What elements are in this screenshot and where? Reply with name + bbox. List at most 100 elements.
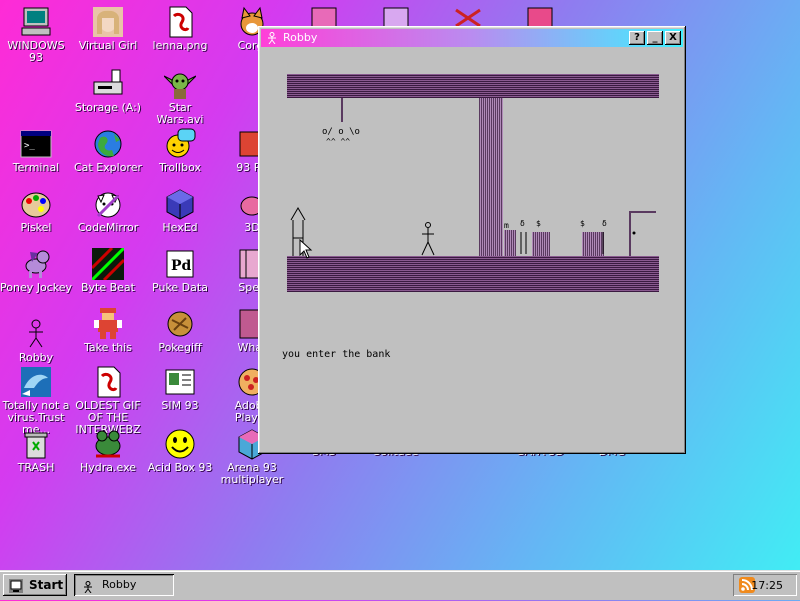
image-file-icon	[92, 366, 124, 398]
counter-block	[582, 232, 604, 256]
image-file-icon	[164, 6, 196, 38]
robby-window[interactable]: Robby ? _ X o/ o \o ^^ ^^ m δ $ $ δ you …	[258, 26, 686, 454]
palette-icon	[20, 188, 52, 220]
taskbar: Start Robby 17:25	[0, 570, 800, 600]
system-tray: 17:25	[733, 574, 797, 596]
svg-text:Pd: Pd	[171, 258, 192, 274]
counter-block	[532, 232, 550, 256]
stick-figure-icon	[266, 32, 278, 45]
icon-label: Trollbox	[158, 161, 202, 174]
ball-icon	[164, 308, 196, 340]
icon-label: Robby	[18, 351, 54, 364]
icon-label: Puke Data	[152, 281, 208, 294]
game-scene: o/ o \o ^^ ^^ m δ $ $ δ	[287, 74, 659, 292]
hydra-icon	[92, 428, 124, 460]
start-label: Start	[29, 578, 64, 592]
icon-label: HexEd	[162, 221, 198, 234]
hanging-feet: ^^ ^^	[326, 137, 350, 146]
counter-sign: $	[536, 219, 541, 228]
desktop-icon-virtual-girl[interactable]: Virtual Girl	[72, 6, 144, 52]
desktop-icon-trollbox[interactable]: Trollbox	[144, 128, 216, 174]
cat-icon	[92, 188, 124, 220]
cube-icon	[164, 188, 196, 220]
icon-label: WINDOWS 93	[7, 39, 65, 64]
mouse-cursor-icon	[299, 238, 313, 259]
icon-label: TRASH	[17, 461, 55, 474]
pixel-man-icon	[92, 308, 124, 340]
icon-label: Acid Box 93	[147, 461, 213, 474]
icon-label: Storage (A:)	[74, 101, 142, 114]
desktop-icon-sim93[interactable]: SIM 93	[144, 366, 216, 412]
icon-label: Byte Beat	[80, 281, 135, 294]
chat-icon	[164, 128, 196, 160]
desktop-icon-pokegiff[interactable]: Pokegiff	[144, 308, 216, 354]
game-message: you enter the bank	[282, 349, 391, 360]
desktop-icon-hydra[interactable]: Hydra.exe	[72, 428, 144, 474]
desktop-icon-codemirror[interactable]: CodeMirror	[72, 188, 144, 234]
help-button[interactable]: ?	[629, 31, 645, 45]
hanging-figure: o/ o \o	[322, 127, 360, 137]
taskbar-item-robby[interactable]: Robby	[74, 574, 174, 596]
smiley-icon	[164, 428, 196, 460]
desktop-icon-totally-not-a-virus[interactable]: Totally not a virus.Trust me...	[0, 366, 72, 436]
stick-figure-icon	[82, 579, 94, 594]
desktop-icon-trash[interactable]: TRASH	[0, 428, 72, 474]
terminal-icon: >_	[20, 128, 52, 160]
desktop-icon-poney-jockey[interactable]: Poney Jockey	[0, 248, 72, 294]
counter-sign: δ	[520, 219, 525, 228]
desktop-icon-terminal[interactable]: >_ Terminal	[0, 128, 72, 174]
wave-icon	[90, 246, 126, 282]
icon-label: Take this	[84, 341, 132, 354]
desktop-icon-piskel[interactable]: Piskel	[0, 188, 72, 234]
stick-figure-icon	[20, 318, 52, 350]
counter-sign: $	[580, 219, 585, 228]
desktop-icon-acid-box[interactable]: Acid Box 93	[144, 428, 216, 474]
globe-icon	[92, 128, 124, 160]
desktop-icon-storage[interactable]: Storage (A:)	[72, 68, 144, 114]
icon-label: SIM 93	[161, 399, 199, 412]
icon-label: lenna.png	[152, 39, 208, 52]
desktop-icon-cat-explorer[interactable]: Cat Explorer	[72, 128, 144, 174]
minimize-button[interactable]: _	[647, 31, 663, 45]
icon-label: Arena 93 multiplayer	[220, 461, 284, 486]
windows-logo-icon	[9, 578, 23, 593]
icon-label: Star Wars.avi	[156, 101, 204, 126]
desktop-icon-star-wars[interactable]: Star Wars.avi	[144, 68, 216, 126]
pony-icon	[20, 248, 52, 280]
desktop-icon-windows93[interactable]: WINDOWS 93	[0, 6, 72, 64]
start-button[interactable]: Start	[3, 574, 67, 596]
desktop-icon-puke-data[interactable]: Pd Puke Data	[144, 248, 216, 294]
window-titlebar[interactable]: Robby ? _ X	[261, 29, 683, 47]
pd-icon: Pd	[164, 248, 196, 280]
floor	[287, 256, 659, 292]
pillar	[479, 98, 503, 256]
taskbar-item-label: Robby	[102, 578, 137, 591]
icon-label: Pokegiff	[158, 341, 202, 354]
desktop-icon-lenna[interactable]: lenna.png	[144, 6, 216, 52]
desktop-icon-take-this[interactable]: Take this	[72, 308, 144, 354]
counter-sign: m	[504, 221, 509, 230]
floppy-drive-icon	[92, 68, 124, 100]
yoda-icon	[163, 68, 197, 100]
game-canvas[interactable]: o/ o \o ^^ ^^ m δ $ $ δ you enter the ba…	[264, 50, 680, 448]
counter-block	[504, 230, 516, 256]
icon-label: Hydra.exe	[79, 461, 137, 474]
close-button[interactable]: X	[665, 31, 681, 45]
clock: 17:25	[751, 579, 783, 592]
trash-icon	[20, 428, 52, 460]
desktop-icon-byte-beat[interactable]: Byte Beat	[72, 246, 144, 294]
portrait-icon	[92, 6, 124, 38]
icon-label: Cat Explorer	[73, 161, 143, 174]
svg-text:>_: >_	[24, 141, 35, 151]
icon-label: Terminal	[12, 161, 60, 174]
dolphin-icon	[20, 366, 52, 398]
icon-label: Piskel	[20, 221, 52, 234]
ceiling	[287, 74, 659, 98]
desktop-icon-robby[interactable]: Robby	[0, 318, 72, 364]
icon-label: Poney Jockey	[0, 281, 72, 294]
stick-figure	[421, 222, 435, 256]
counter-sign: δ	[602, 219, 607, 228]
icon-label: CodeMirror	[77, 221, 139, 234]
desktop-icon-hexed[interactable]: HexEd	[144, 188, 216, 234]
computer-icon	[20, 6, 52, 38]
